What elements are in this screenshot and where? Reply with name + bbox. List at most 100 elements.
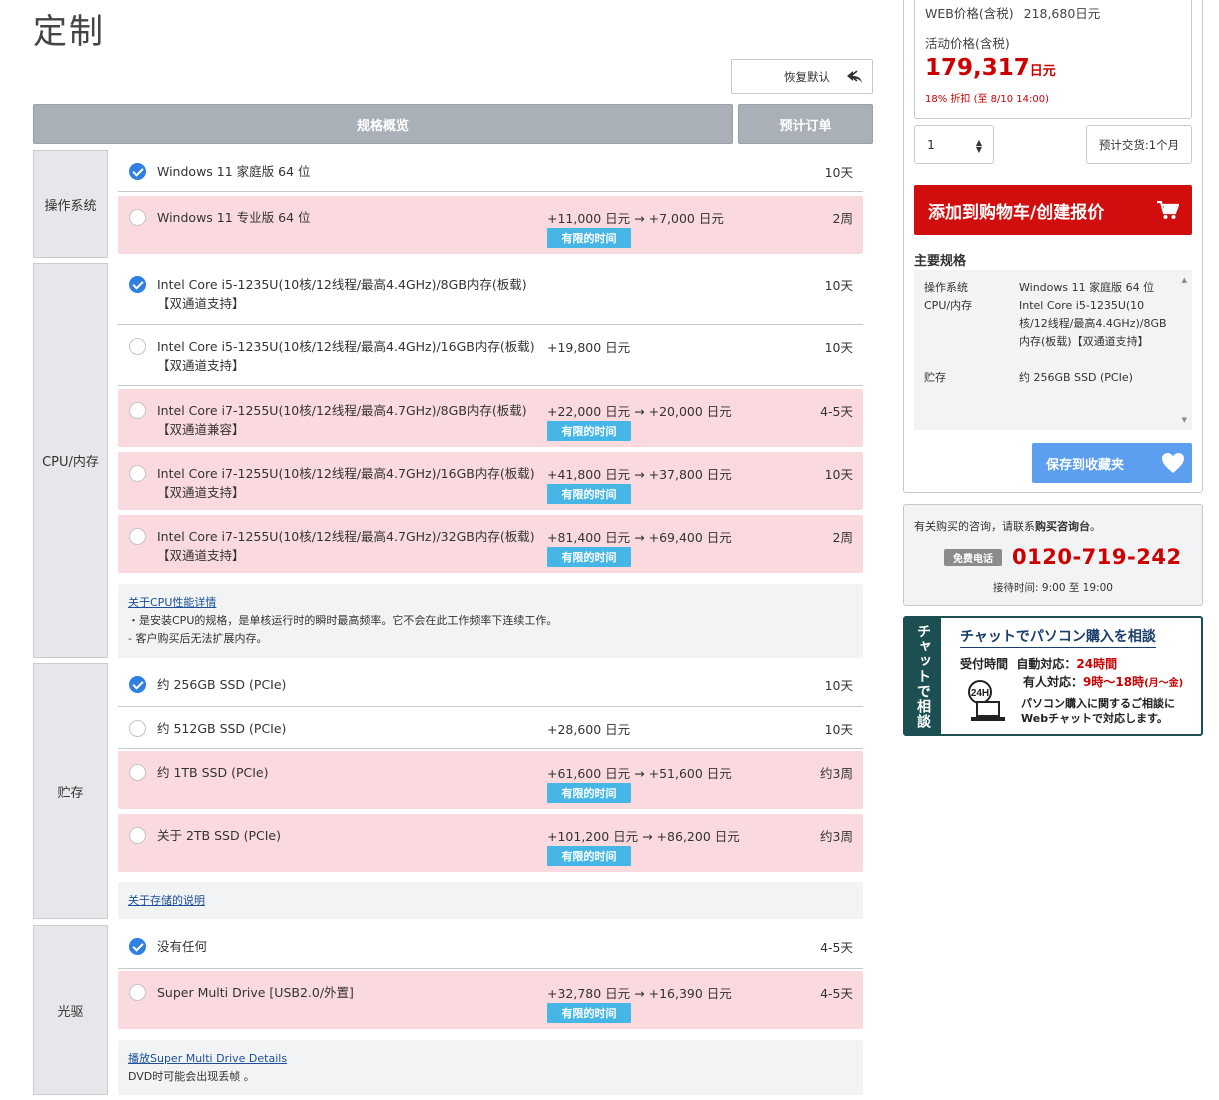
chat-human-label: 有人対応：	[1023, 675, 1084, 689]
scroll-down-icon[interactable]: ▼	[1182, 416, 1187, 424]
icon-24h-text: 24H	[971, 688, 989, 699]
cpu-note-line: ・是安装CPU的规格，是单核运行时的瞬时最高频率。它不会在此工作频率下连续工作。	[128, 614, 558, 627]
category-storage: 贮存	[33, 663, 108, 919]
discount-text: 18% 折扣 (至 8/10 14:00)	[925, 94, 1050, 105]
radio-checked-icon[interactable]	[129, 676, 146, 693]
option-cpu-i7-8gb[interactable]: Intel Core i7-1255U(10核/12线程/最高4.7GHz)/8…	[118, 389, 863, 447]
option-storage-1tb[interactable]: 约 1TB SSD (PCIe) +61,600 日元 → +51,600 日元…	[118, 751, 863, 809]
chat-side-label: チャットで相談	[905, 618, 941, 734]
chat-human-days: (月〜金)	[1144, 678, 1184, 689]
page-title: 定制	[33, 12, 105, 52]
option-price: +19,800 日元	[547, 340, 631, 355]
option-ship-time: 约3周	[820, 829, 853, 844]
radio-icon[interactable]	[129, 984, 146, 1001]
storage-note: 关于存储的说明	[118, 882, 863, 919]
option-name: Intel Core i7-1255U(10核/12线程/最高4.7GHz)/8…	[157, 403, 527, 437]
phone-number[interactable]: 0120-719-242	[1012, 545, 1182, 569]
contact-suffix: 。	[1090, 520, 1101, 533]
tab-spec-overview[interactable]: 规格概览	[33, 104, 733, 144]
radio-checked-icon[interactable]	[129, 276, 146, 293]
add-to-cart-button[interactable]: 添加到购物车/创建报价	[914, 185, 1192, 235]
option-storage-256[interactable]: 约 256GB SSD (PCIe) 10天	[118, 663, 863, 707]
option-ship-time: 10天	[824, 340, 853, 355]
reset-default-button[interactable]: 恢复默认	[731, 59, 873, 94]
option-price: +11,000 日元 → +7,000 日元	[547, 211, 724, 226]
option-name: 约 1TB SSD (PCIe)	[157, 765, 269, 780]
option-name: Intel Core i7-1255U(10核/12线程/最高4.7GHz)/3…	[157, 529, 535, 563]
main-specs-title: 主要规格	[914, 254, 967, 269]
option-ship-time: 约3周	[820, 766, 853, 781]
spec-key: 贮存	[924, 371, 946, 384]
chat-reception-line: 受付時間 自動対応：24時間	[960, 655, 1117, 672]
scroll-up-icon[interactable]: ▲	[1182, 276, 1187, 284]
save-to-favorites-button[interactable]: 保存到收藏夹	[1032, 443, 1192, 483]
option-name: 约 256GB SSD (PCIe)	[157, 677, 287, 692]
option-cpu-i7-16gb[interactable]: Intel Core i7-1255U(10核/12线程/最高4.7GHz)/1…	[118, 452, 863, 510]
option-os-pro[interactable]: Windows 11 专业版 64 位 +11,000 日元 → +7,000 …	[118, 196, 863, 254]
radio-icon[interactable]	[129, 528, 146, 545]
chat-consult-banner[interactable]: チャットで相談 チャットでパソコン購入を相談 受付時間 自動対応：24時間 有人…	[903, 616, 1203, 736]
spec-value: Intel Core i5-1235U(10核/12线程/最高4.4GHz)/8…	[1019, 299, 1167, 348]
option-price: +41,800 日元 → +37,800 日元	[547, 467, 732, 482]
chat-description: パソコン購入に関するご相談に Webチャットで対応します。	[1021, 696, 1175, 726]
option-optical-none[interactable]: 没有任何 4-5天	[118, 925, 863, 969]
free-call-badge: 免费电话	[944, 549, 1002, 566]
heart-icon	[1162, 453, 1184, 473]
option-ship-time: 4-5天	[820, 404, 853, 419]
option-ship-time: 10天	[824, 165, 853, 180]
option-price: +22,000 日元 → +20,000 日元	[547, 404, 732, 419]
radio-icon[interactable]	[129, 338, 146, 355]
radio-icon[interactable]	[129, 465, 146, 482]
option-cpu-i5-8gb[interactable]: Intel Core i5-1235U(10核/12线程/最高4.4GHz)/8…	[118, 263, 863, 325]
storage-details-link[interactable]: 关于存储的说明	[128, 894, 205, 907]
add-to-cart-label: 添加到购物车/创建报价	[928, 202, 1105, 223]
radio-icon[interactable]	[129, 402, 146, 419]
spec-key: CPU/内存	[924, 299, 973, 312]
quantity-select[interactable]: 1 ▲ ▼	[914, 125, 994, 164]
web-price-value: 218,680日元	[1023, 6, 1101, 21]
limited-time-badge: 有限的时间	[547, 484, 631, 504]
cpu-note: 关于CPU性能详情 ・是安装CPU的规格，是单核运行时的瞬时最高频率。它不会在此…	[118, 584, 863, 658]
category-cpu-memory: CPU/内存	[33, 263, 108, 658]
campaign-price: 179,317日元	[925, 55, 1056, 81]
radio-checked-icon[interactable]	[129, 938, 146, 955]
option-ship-time: 10天	[824, 278, 853, 293]
spec-value: Windows 11 家庭版 64 位	[1019, 281, 1155, 294]
web-price-label: WEB价格(含税)	[925, 6, 1014, 21]
cpu-details-link[interactable]: 关于CPU性能详情	[128, 596, 216, 609]
quantity-value: 1	[927, 137, 935, 152]
option-name: Windows 11 专业版 64 位	[157, 210, 311, 225]
option-os-home[interactable]: Windows 11 家庭版 64 位 10天	[118, 150, 863, 192]
option-optical-smd[interactable]: Super Multi Drive [USB2.0/外置] +32,780 日元…	[118, 971, 863, 1029]
chat-desc-line: Webチャットで対応します。	[1021, 712, 1168, 725]
optical-note: 播放Super Multi Drive Details DVD时可能会出现丢帧 …	[118, 1040, 863, 1095]
spec-key: 操作系统	[924, 281, 968, 294]
radio-checked-icon[interactable]	[129, 163, 146, 180]
contact-box: 有关购买的咨询，请联系购买咨询台。 免费电话 0120-719-242 接待时间…	[903, 504, 1203, 606]
radio-icon[interactable]	[129, 827, 146, 844]
option-storage-512[interactable]: 约 512GB SSD (PCIe) +28,600 日元 10天	[118, 707, 863, 749]
chat-desc-line: パソコン購入に関するご相談に	[1021, 697, 1175, 710]
option-price: +81,400 日元 → +69,400 日元	[547, 530, 732, 545]
option-storage-2tb[interactable]: 关于 2TB SSD (PCIe) +101,200 日元 → +86,200 …	[118, 814, 863, 872]
computer-24h-icon: 24H	[968, 680, 1005, 721]
option-name: 关于 2TB SSD (PCIe)	[157, 828, 281, 843]
option-cpu-i7-32gb[interactable]: Intel Core i7-1255U(10核/12线程/最高4.7GHz)/3…	[118, 515, 863, 573]
option-ship-time: 10天	[824, 678, 853, 693]
cpu-note-line: - 客户购买后无法扩展内存。	[128, 632, 268, 645]
limited-time-badge: 有限的时间	[547, 783, 631, 803]
optical-details-link[interactable]: 播放Super Multi Drive Details	[128, 1052, 287, 1065]
radio-icon[interactable]	[129, 209, 146, 226]
limited-time-badge: 有限的时间	[547, 846, 631, 866]
reset-default-label: 恢复默认	[784, 69, 830, 84]
campaign-price-label: 活动价格(含税)	[925, 36, 1010, 51]
radio-icon[interactable]	[129, 764, 146, 781]
tab-estimated-order[interactable]: 预计订单	[738, 104, 873, 144]
contact-desk: 购买咨询台	[1035, 520, 1090, 533]
limited-time-badge: 有限的时间	[547, 547, 631, 567]
category-os: 操作系统	[33, 150, 108, 258]
radio-icon[interactable]	[129, 720, 146, 737]
option-name: Windows 11 家庭版 64 位	[157, 164, 311, 179]
option-cpu-i5-16gb[interactable]: Intel Core i5-1235U(10核/12线程/最高4.4GHz)/1…	[118, 325, 863, 386]
option-price: +101,200 日元 → +86,200 日元	[547, 829, 740, 844]
